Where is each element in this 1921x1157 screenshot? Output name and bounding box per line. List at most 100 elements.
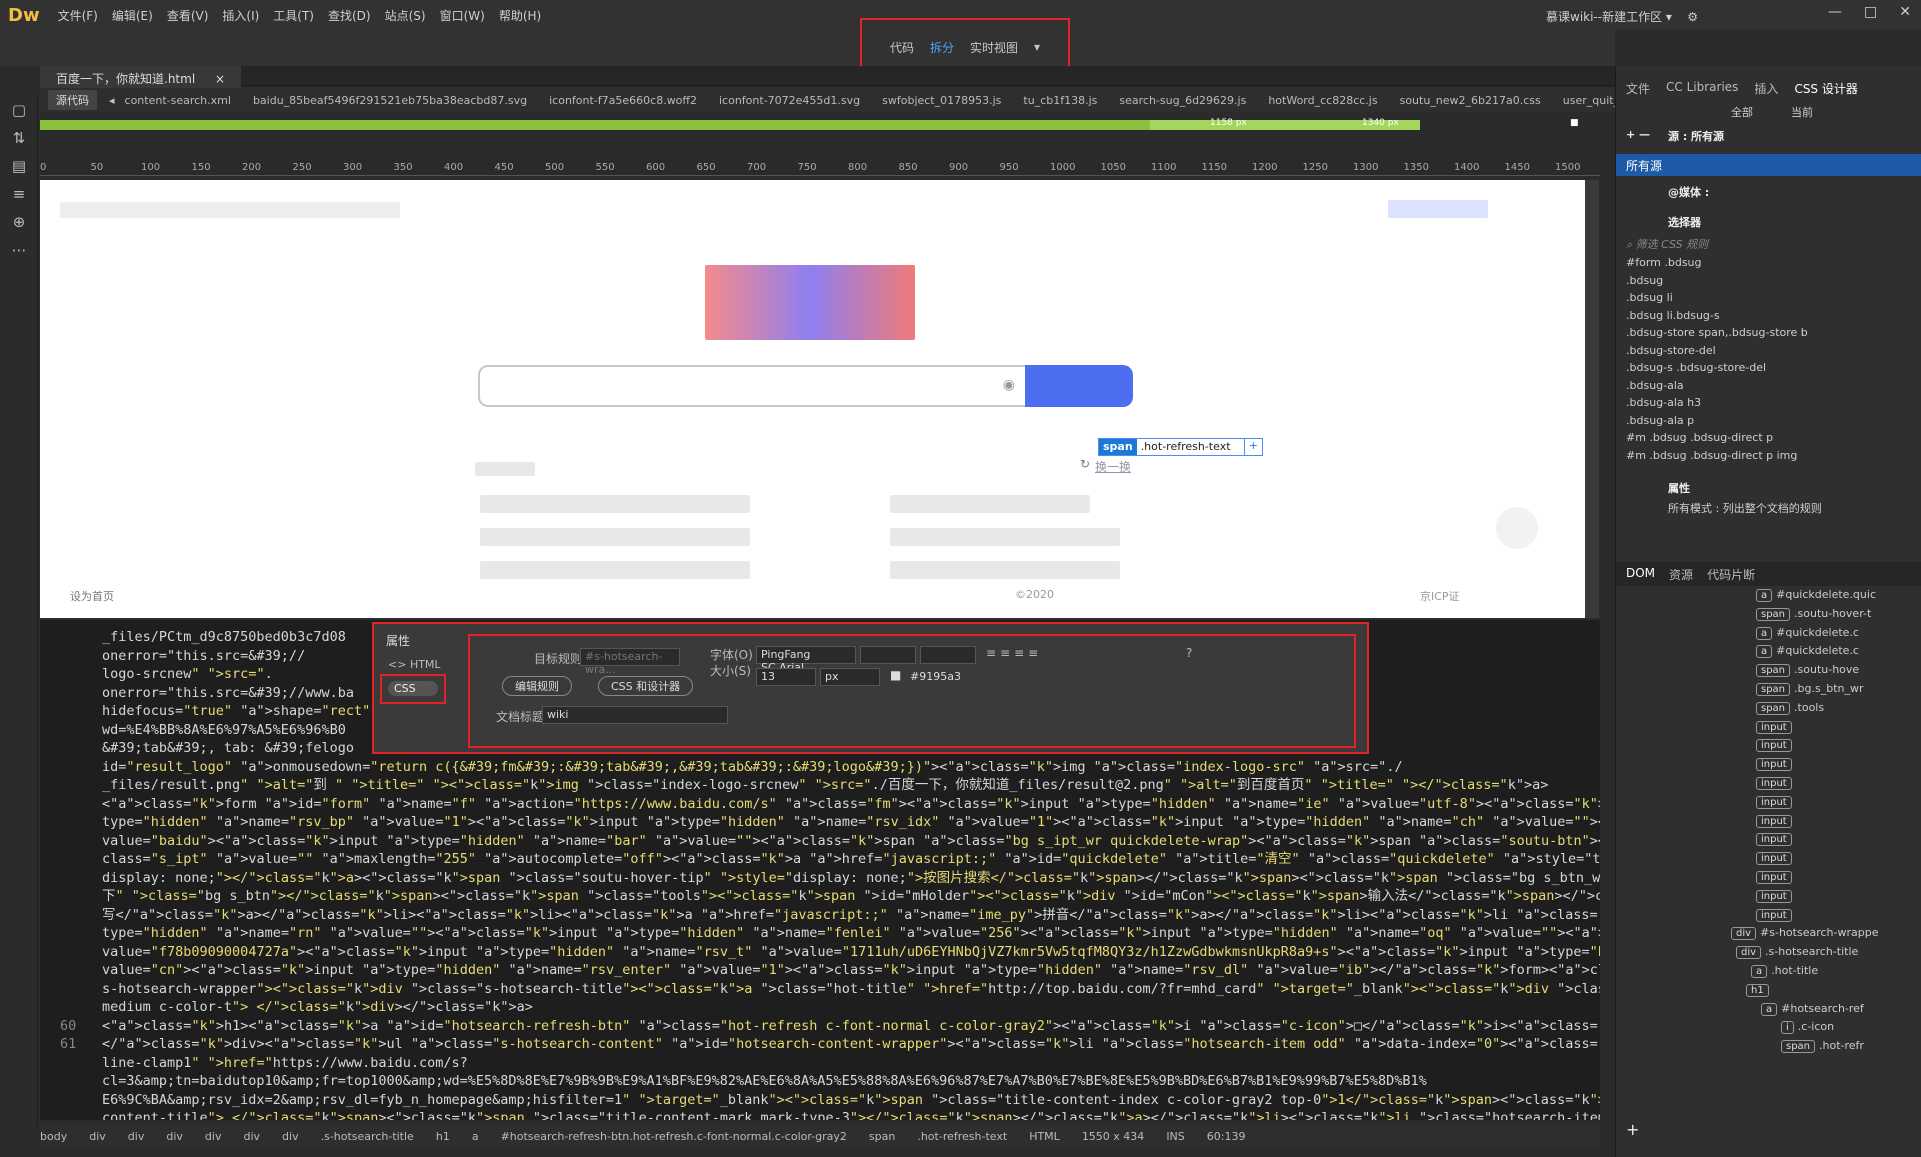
code-line[interactable]: hidefocus="true" "a">shape="rect"	[102, 702, 370, 720]
code-line[interactable]: 下" ">class="bg s_btn"></">class="k">span…	[102, 887, 1600, 905]
hot-item-blurred[interactable]	[890, 561, 1120, 579]
source-code-button[interactable]: 源代码	[48, 90, 97, 110]
breadcrumb-item[interactable]: span	[869, 1130, 895, 1143]
html-mode-tab[interactable]: <> HTML	[384, 654, 454, 675]
hot-refresh-text[interactable]: 换一换	[1095, 458, 1131, 475]
code-line[interactable]: class="s_ipt" "a">value="" "a">maxlength…	[102, 850, 1600, 868]
related-file[interactable]: iconfont-7072e455d1.svg	[719, 94, 860, 107]
related-file[interactable]: tu_cb1f138.js	[1023, 94, 1097, 107]
code-line[interactable]: s-hotsearch-wrapper"><">class="k">div ">…	[102, 980, 1600, 998]
tab-dom[interactable]: DOM	[1626, 566, 1655, 582]
all-sources-item[interactable]: 所有源	[1616, 154, 1921, 176]
qr-code-icon[interactable]	[1496, 507, 1538, 549]
dom-node[interactable]: a #hotsearch-ref	[1761, 1002, 1864, 1016]
filter-css-rules-input[interactable]: ⌕ 筛选 CSS 规则	[1626, 236, 1708, 252]
language-select[interactable]: HTML	[1029, 1130, 1060, 1143]
css-mode-tab[interactable]: CSS	[380, 674, 446, 704]
all-toggle[interactable]: 全部	[1731, 104, 1753, 120]
dom-node[interactable]: input	[1756, 720, 1796, 734]
hot-item-blurred[interactable]	[480, 495, 750, 513]
view-split-button[interactable]: 拆分	[930, 39, 954, 56]
hot-item-blurred[interactable]	[890, 528, 1120, 546]
breadcrumb-item[interactable]: a	[472, 1130, 479, 1143]
sync-icon[interactable]: ⇅	[0, 124, 38, 152]
color-swatch[interactable]: ■	[890, 668, 901, 682]
maximize-icon[interactable]: □	[1864, 4, 1877, 20]
selector-item[interactable]: .bdsug-s .bdsug-store-del	[1626, 361, 1766, 374]
breadcrumb-item[interactable]: div	[89, 1130, 106, 1143]
search-button[interactable]	[1025, 365, 1133, 407]
selector-item[interactable]: .bdsug-ala	[1626, 379, 1684, 392]
related-file[interactable]: soutu_new2_6b217a0.css	[1400, 94, 1541, 107]
code-line[interactable]: <"a">class="k">form "a">id="form" "a">na…	[102, 795, 1600, 813]
selector-item[interactable]: .bdsug li.bdsug-s	[1626, 309, 1720, 322]
related-file[interactable]: hotWord_cc828cc.js	[1268, 94, 1377, 107]
code-line[interactable]: _files/PCtm_d9c8750bed0b3c7d08	[102, 628, 346, 646]
inspect-icon[interactable]: ▤	[0, 152, 38, 180]
font-style-select[interactable]	[860, 646, 916, 664]
dom-node[interactable]: span .hot-refr	[1781, 1039, 1864, 1054]
selector-item[interactable]: #form .bdsug	[1626, 256, 1702, 269]
code-line[interactable]: logo-srcnew" ">src=".	[102, 665, 273, 683]
add-class-button[interactable]: +	[1245, 439, 1262, 455]
code-line[interactable]: type="hidden" "a">name="rn" "a">value=""…	[102, 924, 1600, 942]
code-line[interactable]: value="baidu"><"a">class="k">input "a">t…	[102, 832, 1600, 850]
code-line[interactable]: type="hidden" "a">name="rsv_bp" "a">valu…	[102, 813, 1600, 831]
tab-files[interactable]: 文件	[1626, 80, 1650, 97]
code-line[interactable]: onerror="this.src=&#39;//www.ba	[102, 684, 354, 702]
align-buttons[interactable]: ≡≡≡≡	[986, 646, 1042, 660]
code-line[interactable]: id="result_logo" "a">onmousedown="return…	[102, 758, 1403, 776]
related-file[interactable]: swfobject_0178953.js	[882, 94, 1001, 107]
color-value[interactable]: #9195a3	[910, 670, 961, 683]
menu-insert[interactable]: 插入(I)	[222, 7, 259, 24]
related-file[interactable]: search-sug_6d29629.js	[1119, 94, 1246, 107]
edit-rule-button[interactable]: 编辑规则	[502, 676, 572, 696]
minimize-icon[interactable]: —	[1828, 4, 1842, 20]
code-line[interactable]: E6%9C%BA&amp;rsv_idx=2&amp;rsv_dl=fyb_n_…	[102, 1091, 1600, 1109]
dom-node[interactable]: span .soutu-hover-t	[1756, 607, 1871, 621]
code-line[interactable]: cl=3&amp;tn=baidutop10&amp;fr=top1000&am…	[102, 1072, 1427, 1090]
code-line[interactable]: </"a">class="k">div><"a">class="k">ul "a…	[102, 1035, 1600, 1053]
code-line[interactable]: value="cn"><"a">class="k">input "a">type…	[102, 961, 1600, 979]
current-toggle[interactable]: 当前	[1791, 104, 1813, 120]
selector-item[interactable]: #m .bdsug .bdsug-direct p	[1626, 431, 1773, 444]
hot-item-blurred[interactable]	[480, 561, 750, 579]
breadcrumb-item[interactable]: body	[40, 1130, 67, 1143]
dom-node[interactable]: input	[1756, 738, 1796, 753]
breadcrumb-item[interactable]: div	[166, 1130, 183, 1143]
dom-node[interactable]: input	[1756, 832, 1796, 847]
arrow-left-icon[interactable]: ◂	[109, 94, 115, 107]
dom-node[interactable]: h1	[1746, 983, 1773, 997]
dom-node[interactable]: input	[1756, 889, 1796, 903]
hot-item-blurred[interactable]	[480, 528, 750, 546]
close-icon[interactable]: ×	[206, 70, 234, 88]
code-line[interactable]: wd=%E4%BB%8A%E6%97%A5%E6%96%B0	[102, 721, 346, 739]
tab-snippets[interactable]: 代码片断	[1707, 566, 1755, 582]
breadcrumb-item[interactable]: div	[243, 1130, 260, 1143]
gear-icon[interactable]: ⚙	[1687, 10, 1698, 24]
camera-icon[interactable]: ◉	[1003, 377, 1015, 393]
hot-item-blurred[interactable]	[890, 495, 1090, 513]
dom-node[interactable]: span .tools	[1756, 701, 1824, 715]
live-view-page[interactable]: ◉ span .hot-refresh-text + ↻ 换一换 设为首页 ©2…	[40, 180, 1585, 618]
dom-node[interactable]: a #quickdelete.c	[1756, 626, 1859, 640]
breadcrumb-item[interactable]: div	[282, 1130, 299, 1143]
breadcrumb-item[interactable]: .s-hotsearch-title	[321, 1130, 414, 1143]
help-icon[interactable]: ?	[1186, 646, 1192, 660]
code-line[interactable]: onerror="this.src=&#39;//	[102, 647, 305, 665]
add-source-icon[interactable]: + —	[1626, 128, 1650, 141]
dom-node[interactable]: input	[1756, 814, 1796, 828]
dom-node[interactable]: div #s-hotsearch-wrappe	[1731, 926, 1878, 941]
font-select[interactable]: PingFang SC,Arial...	[756, 646, 856, 674]
selector-item[interactable]: .bdsug-store-del	[1626, 344, 1716, 357]
breadcrumb-item[interactable]: div	[128, 1130, 145, 1143]
code-line[interactable]: &#39;tab&#39;, tab: &#39;felogo	[102, 739, 354, 757]
target-rule-select[interactable]: #s-hotsearch-wra...	[580, 648, 680, 676]
code-line[interactable]: value="f78b09090004727a"><"a">class="k">…	[102, 943, 1600, 961]
code-line[interactable]: 写</"a">class="k">a></"a">class="k">li><"…	[102, 906, 1600, 924]
view-code-button[interactable]: 代码	[890, 39, 914, 56]
selector-item[interactable]: .bdsug li	[1626, 291, 1673, 304]
window-size[interactable]: 1550 x 434	[1082, 1130, 1145, 1143]
selector-item[interactable]: .bdsug-store span,.bdsug-store b	[1626, 326, 1808, 339]
menu-find[interactable]: 查找(D)	[328, 7, 371, 24]
